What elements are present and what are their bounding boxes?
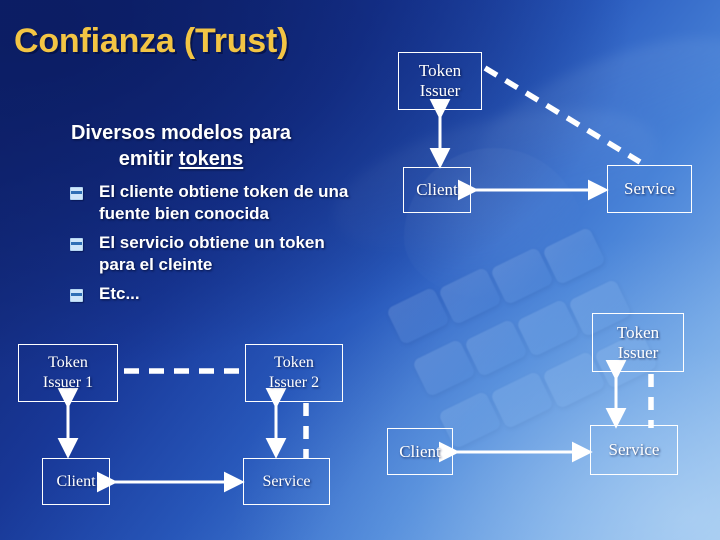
node-service: Service <box>590 425 678 475</box>
node-label: Token Issuer <box>616 322 660 362</box>
node-client: Client <box>387 428 453 475</box>
node-token-issuer: Token Issuer <box>592 313 684 372</box>
node-label: Client <box>399 441 441 461</box>
slide-canvas: Confianza (Trust) Diversos modelos para … <box>0 0 720 540</box>
diagram-bottom-right: Token Issuer Client Service <box>0 0 720 540</box>
node-label: Service <box>608 440 660 459</box>
